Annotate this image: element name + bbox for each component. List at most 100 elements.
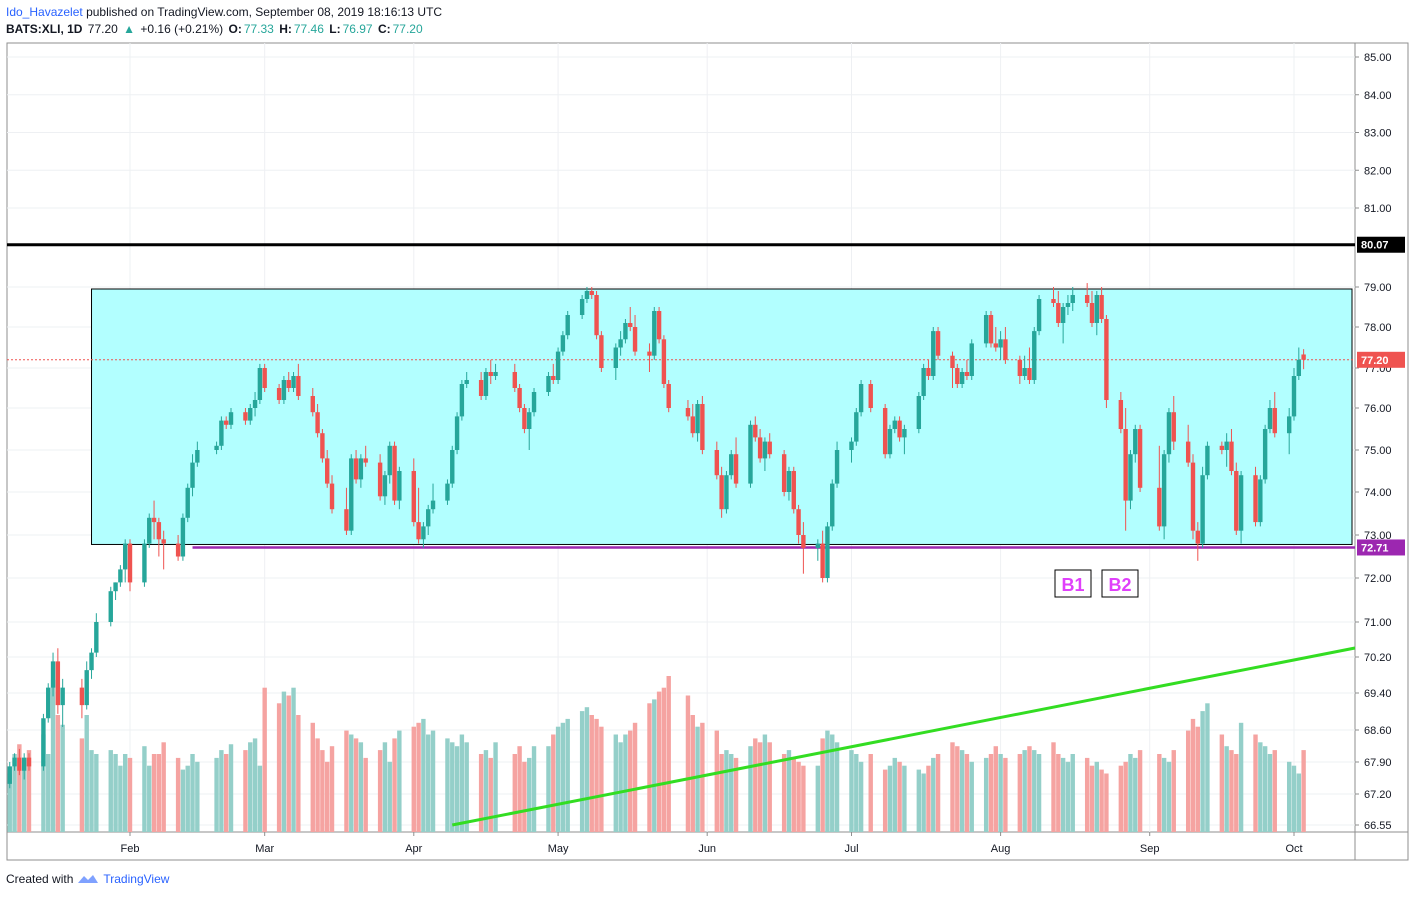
candle-body bbox=[858, 384, 864, 413]
candle-body bbox=[382, 475, 388, 497]
candle-body bbox=[46, 687, 51, 719]
candle-body bbox=[1219, 445, 1225, 450]
volume-bar bbox=[786, 750, 792, 832]
volume-bar bbox=[815, 765, 821, 832]
candle-body bbox=[599, 335, 604, 368]
annotation-label: B2 bbox=[1108, 575, 1131, 595]
candle-body bbox=[820, 543, 825, 578]
candle-body bbox=[921, 368, 926, 396]
volume-bar bbox=[1051, 742, 1056, 832]
candle-body bbox=[262, 368, 267, 388]
volume-bar bbox=[719, 754, 724, 832]
volume-bar bbox=[1070, 754, 1075, 832]
volume-bar bbox=[1229, 750, 1234, 832]
candle-body bbox=[1084, 295, 1090, 303]
candle-body bbox=[1056, 303, 1061, 323]
volume-bar bbox=[426, 734, 431, 832]
volume-bar bbox=[724, 750, 729, 832]
volume-bar bbox=[1258, 742, 1263, 832]
volume-bar bbox=[926, 765, 931, 832]
volume-bar bbox=[555, 726, 561, 832]
candle-body bbox=[7, 766, 12, 784]
candle-body bbox=[685, 408, 691, 417]
created-with-text: Created with bbox=[6, 872, 74, 886]
volume-bar bbox=[1017, 754, 1023, 832]
volume-bar bbox=[868, 754, 873, 832]
volume-bar bbox=[916, 769, 922, 832]
candle-body bbox=[916, 396, 922, 429]
candle-body bbox=[1027, 368, 1032, 380]
candle-body bbox=[618, 339, 623, 348]
candle-body bbox=[1171, 412, 1176, 442]
candle-body bbox=[950, 355, 955, 368]
candle-body bbox=[228, 412, 234, 425]
tradingview-link[interactable]: TradingView bbox=[103, 872, 169, 886]
volume-bar bbox=[931, 757, 936, 832]
volume-bar bbox=[969, 761, 974, 832]
volume-bar bbox=[286, 695, 291, 832]
candle-body bbox=[666, 384, 671, 408]
volume-bar bbox=[902, 765, 907, 832]
volume-bar bbox=[1133, 757, 1138, 832]
candle-body bbox=[483, 372, 489, 396]
candle-body bbox=[849, 441, 854, 450]
volume-bar bbox=[1056, 754, 1061, 832]
volume-bar bbox=[397, 730, 402, 832]
candle-body bbox=[983, 315, 989, 344]
candle-body bbox=[517, 388, 522, 408]
volume-bar bbox=[344, 730, 349, 832]
candle-body bbox=[733, 454, 739, 484]
volume-bar bbox=[628, 730, 633, 832]
volume-bar bbox=[1272, 750, 1277, 832]
volume-bar bbox=[964, 754, 970, 832]
candle-body bbox=[690, 416, 695, 434]
candle-body bbox=[555, 351, 561, 380]
candle-body bbox=[450, 450, 455, 484]
candle-body bbox=[902, 429, 907, 438]
volume-bar bbox=[599, 726, 604, 832]
candle-body bbox=[1229, 441, 1234, 471]
volume-bar bbox=[825, 730, 830, 832]
candle-body bbox=[21, 757, 27, 771]
candle-body bbox=[50, 661, 56, 688]
y-tick-label: 79.00 bbox=[1364, 282, 1392, 294]
candle-body bbox=[1272, 408, 1277, 434]
candle-body bbox=[41, 718, 46, 767]
candlestick-chart[interactable]: B1 B2 85.00 84.00 83.00 82.00 81.00 79.00 78.00 7… bbox=[0, 0, 1415, 898]
volume-bar bbox=[459, 734, 465, 832]
volume-bar bbox=[353, 738, 359, 832]
candle-body bbox=[1301, 354, 1306, 360]
candle-body bbox=[421, 526, 426, 540]
volume-bar bbox=[493, 742, 498, 832]
volume-bar bbox=[1099, 769, 1104, 832]
candle-body bbox=[897, 420, 902, 438]
volume-bar bbox=[1003, 757, 1008, 832]
candle-body bbox=[12, 757, 17, 767]
y-tick-label: 78.00 bbox=[1364, 322, 1392, 334]
candle-body bbox=[964, 372, 970, 376]
candle-body bbox=[1137, 429, 1143, 488]
y-tick-label: 83.00 bbox=[1364, 128, 1392, 140]
resistance-price-label: 80.07 bbox=[1361, 240, 1389, 252]
volume-bar bbox=[887, 765, 893, 832]
candle-body bbox=[1286, 416, 1292, 434]
volume-bar bbox=[243, 750, 248, 832]
candle-body bbox=[628, 323, 633, 327]
candle-body bbox=[1128, 454, 1133, 501]
candle-body bbox=[1166, 412, 1172, 455]
candle-body bbox=[955, 368, 960, 384]
volume-bar bbox=[416, 722, 421, 832]
volume-bar bbox=[1262, 746, 1268, 832]
volume-bar bbox=[1089, 765, 1095, 832]
x-tick-label: Jun bbox=[698, 843, 716, 855]
candle-body bbox=[118, 569, 123, 583]
volume-bar bbox=[1291, 765, 1297, 832]
volume-bar bbox=[276, 703, 282, 832]
candle-body bbox=[969, 343, 974, 376]
candle-body bbox=[214, 445, 219, 450]
volume-bar bbox=[594, 718, 599, 832]
candle-body bbox=[565, 315, 570, 336]
volume-bar bbox=[796, 761, 801, 832]
candle-body bbox=[551, 376, 556, 380]
candle-body bbox=[815, 543, 821, 548]
